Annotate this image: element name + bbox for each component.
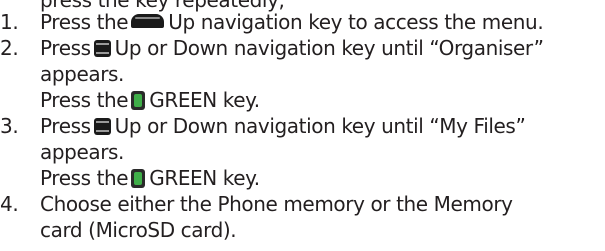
step-line: Choose either the Phone memory or the Me…	[40, 192, 513, 216]
step-text-segment: Press	[40, 114, 91, 138]
step-line: Press Up or Down navigation key until “My…	[40, 113, 605, 139]
step-number: 3.	[0, 114, 19, 138]
step-text-segment: Press	[40, 36, 91, 60]
step-number: 1.	[0, 10, 19, 34]
step-1: 1. Press the Up navigation key to access …	[0, 9, 605, 35]
step-text-segment: Press the	[40, 10, 129, 34]
step-text-segment: Up navigation key to access the menu.	[168, 10, 544, 34]
step-text: Choose either the Phone memory or the Me…	[40, 191, 605, 243]
step-2: 2. Press Up or Down navigation key until …	[0, 35, 605, 113]
step-line: appears.	[40, 62, 125, 86]
step-line: appears.	[40, 140, 125, 164]
step-text-segment: GREEN key.	[149, 88, 260, 112]
step-4: 4. Choose either the Phone memory or the…	[0, 191, 605, 243]
step-line: Press Up or Down navigation key until “Or…	[40, 35, 605, 61]
step-line: Press the Up navigation key to access the…	[40, 9, 605, 35]
up-key-icon	[131, 14, 165, 28]
green-key-icon	[131, 169, 146, 188]
step-line: Press the GREEN key.	[40, 165, 605, 191]
step-text-segment: Up or Down navigation key until “My File…	[114, 114, 526, 138]
instruction-steps-list: 1. Press the Up navigation key to access …	[0, 9, 605, 243]
step-number: 4.	[0, 192, 19, 216]
step-line: card (MicroSD card).	[40, 218, 237, 242]
step-line: Press the GREEN key.	[40, 87, 605, 113]
green-key-icon	[131, 91, 146, 110]
navigation-key-icon	[93, 40, 111, 57]
navigation-key-icon	[93, 118, 111, 135]
step-text-segment: GREEN key.	[149, 166, 260, 190]
step-text: Press Up or Down navigation key until “My…	[40, 113, 605, 191]
step-text: Press Up or Down navigation key until “Or…	[40, 35, 605, 113]
step-text: Press the Up navigation key to access the…	[40, 9, 605, 35]
step-number: 2.	[0, 36, 19, 60]
step-text-segment: Press the	[40, 88, 129, 112]
step-text-segment: Up or Down navigation key until “Organis…	[114, 36, 544, 60]
step-text-segment: Press the	[40, 166, 129, 190]
step-3: 3. Press Up or Down navigation key until …	[0, 113, 605, 191]
